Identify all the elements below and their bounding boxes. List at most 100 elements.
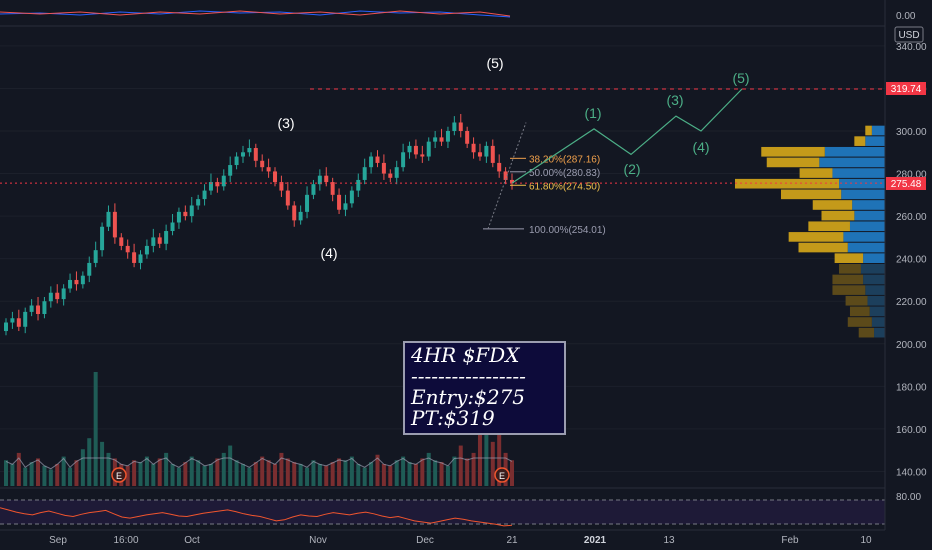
candle-body: [362, 167, 367, 180]
candle-body: [324, 175, 329, 183]
volume-profile-up: [874, 327, 885, 338]
candle-body: [471, 143, 476, 153]
candle-body: [433, 137, 438, 142]
volume-bar: [381, 463, 386, 486]
volume-bar: [330, 462, 335, 486]
candle-body: [183, 211, 188, 217]
earnings-marker-label: E: [116, 471, 122, 481]
volume-profile-up: [867, 295, 885, 306]
price-axis[interactable]: 340.00320.00300.00280.00260.00240.00220.…: [884, 0, 927, 530]
volume-bar: [196, 460, 201, 486]
candle-body: [426, 141, 431, 157]
volume-bar: [292, 462, 297, 486]
volume-bar: [445, 465, 450, 486]
price-tick-label: 260.00: [896, 212, 927, 223]
fib-level-label: 38.20%(287.16): [529, 154, 600, 165]
wave-label-projected: (1): [584, 105, 601, 121]
candle-body: [29, 305, 34, 312]
trade-note[interactable]: 4HR $FDX ----------------- Entry:$275 PT…: [403, 341, 566, 435]
volume-profile-up: [869, 306, 885, 317]
volume-bar: [452, 456, 457, 486]
price-tick-label: 220.00: [896, 297, 927, 308]
volume-bar: [266, 460, 271, 486]
wave-label-projected: (5): [732, 70, 749, 86]
volume-profile-up: [863, 274, 885, 285]
volume-profile-up: [839, 178, 885, 189]
volume-profile-up: [871, 317, 885, 327]
fib-trend-line: [487, 122, 527, 230]
candle-body: [10, 318, 15, 323]
candle-body: [465, 131, 470, 144]
volume-profile-up: [819, 157, 885, 168]
volume-bar: [439, 462, 444, 486]
candle-body: [477, 152, 482, 157]
volume-bar: [23, 467, 28, 486]
volume-bar: [317, 463, 322, 486]
volume-profile-down: [821, 210, 855, 221]
wave-label-projected: (3): [666, 92, 683, 108]
volume-bar: [176, 467, 181, 486]
current-price-label: 275.48: [891, 179, 922, 190]
fibonacci-retracement[interactable]: 38.20%(287.16) 50.00%(280.83) 61.80%(274.5…: [483, 122, 606, 236]
candle-body: [36, 305, 41, 315]
candle-body: [445, 131, 450, 142]
time-tick-label: Dec: [416, 535, 434, 546]
candle-body: [138, 254, 143, 263]
chart-canvas[interactable]: E E 38.20%(287.16) 50.00%(280.83) 61.80%(27…: [0, 0, 932, 550]
volume-profile-down: [766, 157, 820, 168]
candle-body: [151, 237, 156, 246]
candle-body: [202, 190, 207, 200]
candle-body: [48, 292, 53, 302]
volume-bar: [234, 460, 239, 486]
volume-bar: [29, 462, 34, 486]
volume-profile-up: [871, 125, 885, 136]
candle-body: [132, 252, 137, 263]
rsi-level-label: 80.00: [896, 492, 921, 503]
volume-bar: [324, 465, 329, 486]
volume-bar: [183, 462, 188, 486]
candle-body: [240, 152, 245, 157]
volume-bar: [298, 463, 303, 486]
volume-bar: [305, 467, 310, 486]
currency-label: USD: [898, 30, 919, 41]
volume-bar: [343, 460, 348, 486]
volume-bar: [93, 372, 98, 486]
candle-body: [16, 318, 21, 327]
volume-profile-down: [780, 189, 842, 200]
volume-bar: [490, 441, 495, 486]
volume-profile-up: [865, 136, 885, 146]
volume-profile-up: [852, 200, 885, 210]
candle-body: [292, 205, 297, 221]
currency-badge[interactable]: USD: [894, 26, 924, 43]
volume-bar: [189, 456, 194, 486]
volume-bar: [388, 465, 393, 486]
candle-body: [407, 145, 412, 153]
candle-body: [164, 231, 169, 244]
volume-bar: [157, 458, 162, 486]
candle-body: [305, 194, 310, 212]
volume-bar: [100, 441, 105, 486]
candle-body: [55, 292, 60, 300]
candle-body: [106, 211, 111, 227]
earnings-marker-label: E: [499, 471, 505, 481]
volume-bar: [420, 458, 425, 486]
time-axis[interactable]: Sep 16:00 Oct Nov Dec 21 2021 13 Feb 10: [0, 529, 885, 546]
time-tick-label: 10: [860, 535, 872, 546]
volume-profile-down: [834, 253, 864, 263]
volume-profile-down: [858, 327, 875, 338]
candle-body: [189, 205, 194, 217]
volume-profile-up: [843, 232, 885, 242]
candle-body: [381, 162, 386, 174]
candle-body: [439, 137, 444, 142]
volume-bar: [42, 465, 47, 486]
candle-body: [247, 148, 252, 153]
candle-body: [337, 194, 342, 210]
price-tick-label: 160.00: [896, 425, 927, 436]
candle-body: [369, 156, 374, 168]
candle-body: [80, 275, 85, 285]
volume-profile-up: [860, 264, 885, 274]
candle-body: [343, 203, 348, 210]
volume-profile-down: [761, 146, 825, 157]
candle-body: [61, 288, 66, 300]
volume-profile-up: [849, 221, 885, 232]
